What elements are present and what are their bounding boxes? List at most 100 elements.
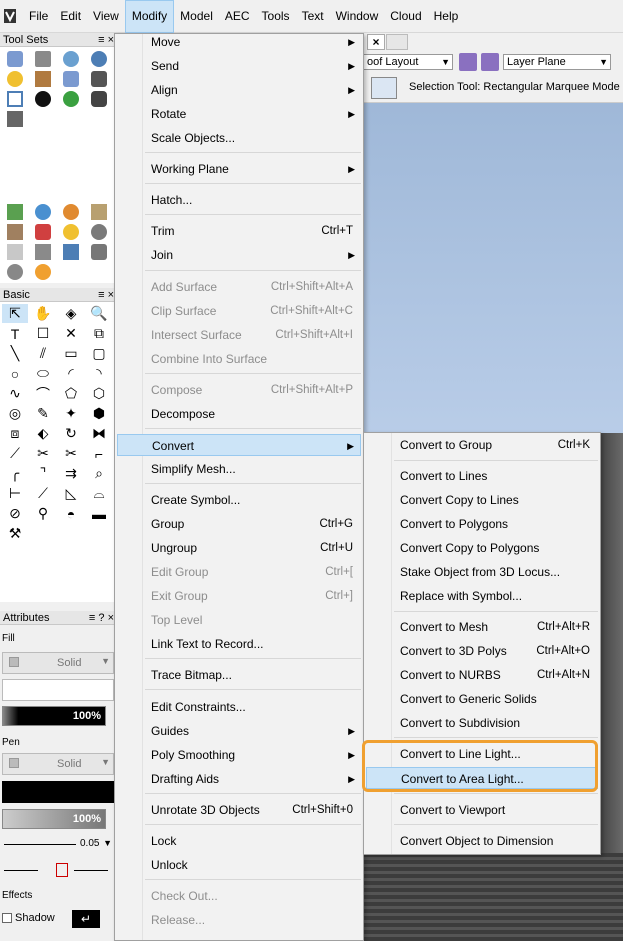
convert-item-convert-to-subdivision[interactable]: Convert to Subdivision	[366, 712, 598, 734]
fill-opacity-bar[interactable]: 100%	[2, 706, 106, 726]
connect-combine-tool-icon[interactable]: ✂	[58, 444, 84, 463]
shadow-settings-icon[interactable]: ↵	[72, 910, 100, 928]
cabinet-toolset-icon[interactable]	[2, 222, 28, 241]
convert-item-convert-copy-to-lines[interactable]: Convert Copy to Lines	[366, 489, 598, 511]
palette-menu-icon[interactable]: ≡ ×	[98, 33, 114, 47]
layer-options-icon[interactable]	[459, 53, 477, 71]
convert-item-convert-to-3d-polys[interactable]: Convert to 3D Polys Ctrl+Alt+O	[366, 640, 598, 662]
shadow-checkbox[interactable]	[2, 913, 12, 923]
modify-item-move[interactable]: Move ▶	[117, 31, 361, 53]
camera-toolset-icon[interactable]	[86, 89, 112, 108]
menu-text[interactable]: Text	[296, 0, 330, 33]
menu-help[interactable]: Help	[428, 0, 465, 33]
modify-item-scale-objects[interactable]: Scale Objects...	[117, 127, 361, 149]
modify-item-trim[interactable]: Trim Ctrl+T	[117, 220, 361, 242]
space-toolset-icon[interactable]	[30, 222, 56, 241]
convert-item-convert-to-polygons[interactable]: Convert to Polygons	[366, 513, 598, 535]
modify-item-poly-smoothing[interactable]: Poly Smoothing ▶	[117, 744, 361, 766]
mirror-tool-icon[interactable]: ⧓	[86, 424, 112, 443]
arc-length-tool-icon[interactable]: ⌓	[86, 484, 112, 503]
modify-item-simplify-mesh[interactable]: Simplify Mesh...	[117, 458, 361, 480]
modify-item-release[interactable]: Release...	[117, 909, 361, 931]
protractor-tool-icon[interactable]: ⊘	[2, 504, 28, 523]
modify-item-convert[interactable]: Convert ▶	[117, 434, 361, 456]
tape-measure-tool-icon[interactable]: ⌕	[86, 464, 112, 483]
lighting-toolset-icon[interactable]	[2, 69, 28, 88]
modify-item-trace-bitmap[interactable]: Trace Bitmap...	[117, 664, 361, 686]
attributes-palette-menu-icon[interactable]: ≡ ? ×	[89, 611, 114, 625]
magic-wand-tool-icon[interactable]: ✦	[58, 404, 84, 423]
menu-edit[interactable]: Edit	[54, 0, 87, 33]
tab-new-button[interactable]	[386, 34, 408, 50]
pen-style-select[interactable]: Solid ▼	[2, 753, 114, 775]
menu-view[interactable]: View	[87, 0, 125, 33]
eyedropper-tool-icon[interactable]: ✎	[30, 404, 56, 423]
textures-toolset-icon[interactable]	[86, 242, 112, 261]
polyline-tool-icon[interactable]: ⌒	[30, 384, 56, 403]
pen-opacity-bar[interactable]: 100%	[2, 809, 106, 829]
modify-item-edit-group[interactable]: Edit Group Ctrl+[	[117, 561, 361, 583]
move-by-points-tool-icon[interactable]: ⇉	[58, 464, 84, 483]
modify-item-intersect-surface[interactable]: Intersect Surface Ctrl+Shift+Alt+I	[117, 324, 361, 346]
menu-modify[interactable]: Modify	[124, 0, 175, 33]
chamfer-tool-icon[interactable]: ⌝	[30, 464, 56, 483]
menu-cloud[interactable]: Cloud	[384, 0, 427, 33]
modify-item-exit-group[interactable]: Exit Group Ctrl+]	[117, 585, 361, 607]
flyover-tool-icon[interactable]: ◈	[58, 304, 84, 323]
object-toolset-icon[interactable]	[86, 222, 112, 241]
modify-item-top-level[interactable]: Top Level	[117, 609, 361, 631]
sphere-toolset-icon[interactable]	[58, 202, 84, 221]
menu-window[interactable]: Window	[330, 0, 385, 33]
fill-pattern-field[interactable]	[2, 679, 114, 701]
modify-item-create-symbol[interactable]: Create Symbol...	[117, 489, 361, 511]
convert-item-convert-to-nurbs[interactable]: Convert to NURBS Ctrl+Alt+N	[366, 664, 598, 686]
oval-tool-icon[interactable]: ⬭	[30, 364, 56, 383]
modify-item-drafting-aids[interactable]: Drafting Aids ▶	[117, 768, 361, 790]
marquee-mode-icon[interactable]	[371, 77, 397, 99]
protractor-half-tool-icon[interactable]: ◓	[58, 504, 84, 523]
modify-item-decompose[interactable]: Decompose	[117, 403, 361, 425]
landscape-toolset-icon[interactable]	[58, 89, 84, 108]
dimension-tool-icon[interactable]: ⊢	[2, 484, 28, 503]
zoom-tool-icon[interactable]: 🔍	[86, 304, 112, 323]
modify-item-combine-into-surface[interactable]: Combine Into Surface	[117, 348, 361, 370]
selection-tool-icon[interactable]: ⇱	[2, 304, 28, 323]
modify-item-edit-constraints[interactable]: Edit Constraints...	[117, 696, 361, 718]
polygon-tool-icon[interactable]: ⬠	[58, 384, 84, 403]
convert-item-replace-with-symbol[interactable]: Replace with Symbol...	[366, 585, 598, 607]
modify-item-link-text-to-record[interactable]: Link Text to Record...	[117, 633, 361, 655]
modify-item-unrotate-3d-objects[interactable]: Unrotate 3D Objects Ctrl+Shift+0	[117, 799, 361, 821]
menu-model[interactable]: Model	[174, 0, 219, 33]
modify-item-clip-surface[interactable]: Clip Surface Ctrl+Shift+Alt+C	[117, 300, 361, 322]
modify-item-ungroup[interactable]: Ungroup Ctrl+U	[117, 537, 361, 559]
gear-toolset-icon[interactable]	[2, 262, 28, 281]
fillet-tool-icon[interactable]: ╭	[2, 464, 28, 483]
class-options-icon[interactable]	[481, 53, 499, 71]
furniture-toolset-icon[interactable]	[86, 49, 112, 68]
pencil-toolset-icon[interactable]	[2, 242, 28, 261]
rotate-tool-icon[interactable]: ↻	[58, 424, 84, 443]
attribute-brush-tool-icon[interactable]: ⚒	[2, 524, 28, 543]
rectangle-tool-icon[interactable]: ▭	[58, 344, 84, 363]
visibility-tool-icon[interactable]: ⬢	[86, 404, 112, 423]
attribute-mapping-tool-icon[interactable]: ⚲	[30, 504, 56, 523]
modify-item-hatch[interactable]: Hatch...	[117, 189, 361, 211]
offset-tool-icon[interactable]: ⌐	[86, 444, 112, 463]
site-toolset-icon[interactable]	[58, 69, 84, 88]
convert-item-convert-to-lines[interactable]: Convert to Lines	[366, 465, 598, 487]
convert-item-stake-object-from-3d-locus[interactable]: Stake Object from 3D Locus...	[366, 561, 598, 583]
modify-item-align[interactable]: Align ▶	[117, 79, 361, 101]
reshape-tool-icon[interactable]: ⬖	[30, 424, 56, 443]
modify-item-join[interactable]: Join ▶	[117, 244, 361, 266]
trim-tool-icon[interactable]: ✂	[30, 444, 56, 463]
visualization-toolset-icon[interactable]	[30, 49, 56, 68]
basic-palette-menu-icon[interactable]: ≡ ×	[98, 288, 114, 302]
split-tool-icon[interactable]: ⟋	[2, 444, 28, 463]
unreal-toolset-icon[interactable]	[30, 89, 56, 108]
modify-item-send[interactable]: Send ▶	[117, 55, 361, 77]
water-toolset-icon[interactable]	[30, 202, 56, 221]
texture-tool-icon[interactable]: ▬	[86, 504, 112, 523]
convert-item-convert-to-generic-solids[interactable]: Convert to Generic Solids	[366, 688, 598, 710]
convert-item-convert-to-viewport[interactable]: Convert to Viewport	[366, 799, 598, 821]
angle-tool-icon[interactable]: ◺	[58, 484, 84, 503]
